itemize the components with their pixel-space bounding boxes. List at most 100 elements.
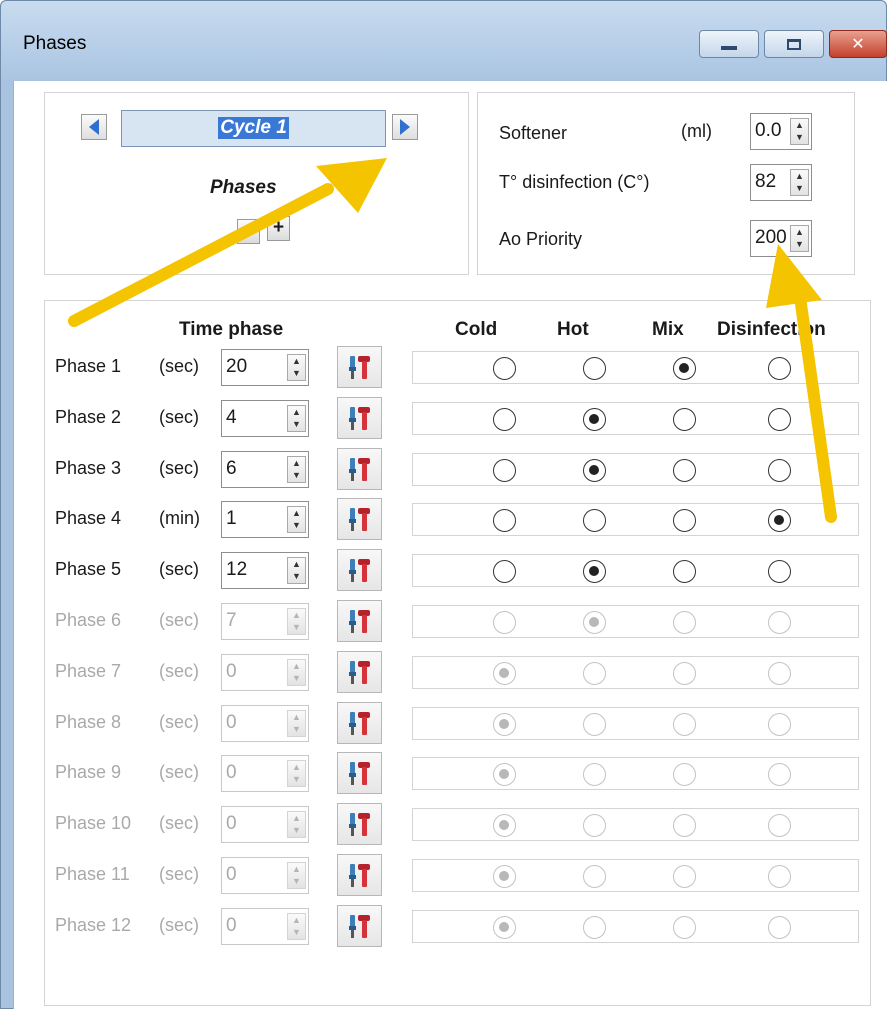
phase-settings-button[interactable] bbox=[337, 498, 382, 540]
radio-cold[interactable] bbox=[493, 916, 516, 939]
disinfection-temp-stepper[interactable]: 82 ▲ ▼ bbox=[750, 164, 812, 201]
phase-duration-stepper[interactable]: 0 ▲ ▼ bbox=[221, 755, 309, 792]
radio-hot[interactable] bbox=[583, 408, 606, 431]
ao-priority-stepper[interactable]: 200 ▲ ▼ bbox=[750, 220, 812, 257]
radio-cold[interactable] bbox=[493, 459, 516, 482]
radio-disinfection[interactable] bbox=[768, 611, 791, 634]
remove-phase-button[interactable]: − bbox=[237, 219, 260, 244]
radio-disinfection[interactable] bbox=[768, 509, 791, 532]
spin-buttons[interactable]: ▲ ▼ bbox=[287, 659, 306, 686]
phase-settings-button[interactable] bbox=[337, 651, 382, 693]
spin-buttons[interactable]: ▲ ▼ bbox=[287, 710, 306, 737]
radio-mix[interactable] bbox=[673, 662, 696, 685]
maximize-button[interactable] bbox=[764, 30, 824, 58]
spin-buttons[interactable]: ▲ ▼ bbox=[287, 456, 306, 483]
phase-duration-stepper[interactable]: 12 ▲ ▼ bbox=[221, 552, 309, 589]
phase-settings-button[interactable] bbox=[337, 702, 382, 744]
radio-disinfection[interactable] bbox=[768, 459, 791, 482]
radio-hot[interactable] bbox=[583, 662, 606, 685]
radio-disinfection[interactable] bbox=[768, 763, 791, 786]
radio-disinfection[interactable] bbox=[768, 408, 791, 431]
radio-mix[interactable] bbox=[673, 509, 696, 532]
radio-cold[interactable] bbox=[493, 713, 516, 736]
radio-disinfection[interactable] bbox=[768, 916, 791, 939]
title-bar[interactable]: Phases ✕ bbox=[1, 1, 887, 81]
spin-buttons[interactable]: ▲ ▼ bbox=[287, 608, 306, 635]
phase-duration-stepper[interactable]: 0 ▲ ▼ bbox=[221, 806, 309, 843]
radio-mix[interactable] bbox=[673, 763, 696, 786]
spin-buttons[interactable]: ▲ ▼ bbox=[287, 862, 306, 889]
radio-cold[interactable] bbox=[493, 611, 516, 634]
phase-settings-button[interactable] bbox=[337, 397, 382, 439]
phase-duration-stepper[interactable]: 1 ▲ ▼ bbox=[221, 501, 309, 538]
radio-disinfection[interactable] bbox=[768, 662, 791, 685]
add-phase-button[interactable]: + bbox=[267, 216, 290, 241]
spin-buttons[interactable]: ▲ ▼ bbox=[790, 225, 809, 252]
radio-disinfection[interactable] bbox=[768, 814, 791, 837]
radio-hot[interactable] bbox=[583, 459, 606, 482]
radio-cold[interactable] bbox=[493, 357, 516, 380]
radio-hot[interactable] bbox=[583, 560, 606, 583]
radio-hot[interactable] bbox=[583, 814, 606, 837]
close-button[interactable]: ✕ bbox=[829, 30, 887, 58]
phase-duration-value: 12 bbox=[226, 559, 248, 580]
radio-mix[interactable] bbox=[673, 408, 696, 431]
phase-settings-button[interactable] bbox=[337, 600, 382, 642]
spin-buttons[interactable]: ▲ ▼ bbox=[287, 811, 306, 838]
radio-cold[interactable] bbox=[493, 814, 516, 837]
phase-duration-stepper[interactable]: 7 ▲ ▼ bbox=[221, 603, 309, 640]
radio-hot[interactable] bbox=[583, 357, 606, 380]
radio-hot[interactable] bbox=[583, 713, 606, 736]
phase-duration-stepper[interactable]: 0 ▲ ▼ bbox=[221, 654, 309, 691]
phase-duration-stepper[interactable]: 4 ▲ ▼ bbox=[221, 400, 309, 437]
spin-buttons[interactable]: ▲ ▼ bbox=[287, 506, 306, 533]
spin-buttons[interactable]: ▲ ▼ bbox=[790, 118, 809, 145]
phase-duration-stepper[interactable]: 6 ▲ ▼ bbox=[221, 451, 309, 488]
radio-mix[interactable] bbox=[673, 814, 696, 837]
minimize-button[interactable] bbox=[699, 30, 759, 58]
radio-mix[interactable] bbox=[673, 865, 696, 888]
radio-hot[interactable] bbox=[583, 763, 606, 786]
radio-disinfection[interactable] bbox=[768, 865, 791, 888]
radio-cold[interactable] bbox=[493, 865, 516, 888]
softener-stepper[interactable]: 0.0 ▲ ▼ bbox=[750, 113, 812, 150]
spin-buttons[interactable]: ▲ ▼ bbox=[287, 354, 306, 381]
spin-buttons[interactable]: ▲ ▼ bbox=[287, 405, 306, 432]
radio-hot[interactable] bbox=[583, 509, 606, 532]
spin-buttons[interactable]: ▲ ▼ bbox=[287, 557, 306, 584]
radio-mix[interactable] bbox=[673, 916, 696, 939]
radio-hot[interactable] bbox=[583, 865, 606, 888]
cycle-field[interactable]: Cycle 1 bbox=[121, 110, 386, 147]
spin-buttons[interactable]: ▲ ▼ bbox=[287, 760, 306, 787]
phase-settings-button[interactable] bbox=[337, 346, 382, 388]
radio-disinfection[interactable] bbox=[768, 357, 791, 380]
phase-duration-stepper[interactable]: 0 ▲ ▼ bbox=[221, 857, 309, 894]
prev-cycle-button[interactable] bbox=[81, 114, 107, 140]
phase-settings-button[interactable] bbox=[337, 448, 382, 490]
radio-mix[interactable] bbox=[673, 459, 696, 482]
spin-buttons[interactable]: ▲ ▼ bbox=[790, 169, 809, 196]
radio-cold[interactable] bbox=[493, 560, 516, 583]
spin-buttons[interactable]: ▲ ▼ bbox=[287, 913, 306, 940]
phase-settings-button[interactable] bbox=[337, 803, 382, 845]
radio-mix[interactable] bbox=[673, 357, 696, 380]
phase-settings-button[interactable] bbox=[337, 752, 382, 794]
next-cycle-button[interactable] bbox=[392, 114, 418, 140]
radio-disinfection[interactable] bbox=[768, 560, 791, 583]
phase-settings-button[interactable] bbox=[337, 854, 382, 896]
radio-cold[interactable] bbox=[493, 408, 516, 431]
radio-hot[interactable] bbox=[583, 611, 606, 634]
radio-cold[interactable] bbox=[493, 662, 516, 685]
phase-settings-button[interactable] bbox=[337, 549, 382, 591]
phase-duration-stepper[interactable]: 0 ▲ ▼ bbox=[221, 705, 309, 742]
radio-hot[interactable] bbox=[583, 916, 606, 939]
radio-mix[interactable] bbox=[673, 611, 696, 634]
radio-disinfection[interactable] bbox=[768, 713, 791, 736]
phase-duration-stepper[interactable]: 0 ▲ ▼ bbox=[221, 908, 309, 945]
phase-duration-stepper[interactable]: 20 ▲ ▼ bbox=[221, 349, 309, 386]
radio-cold[interactable] bbox=[493, 509, 516, 532]
radio-cold[interactable] bbox=[493, 763, 516, 786]
radio-mix[interactable] bbox=[673, 713, 696, 736]
radio-mix[interactable] bbox=[673, 560, 696, 583]
phase-settings-button[interactable] bbox=[337, 905, 382, 947]
